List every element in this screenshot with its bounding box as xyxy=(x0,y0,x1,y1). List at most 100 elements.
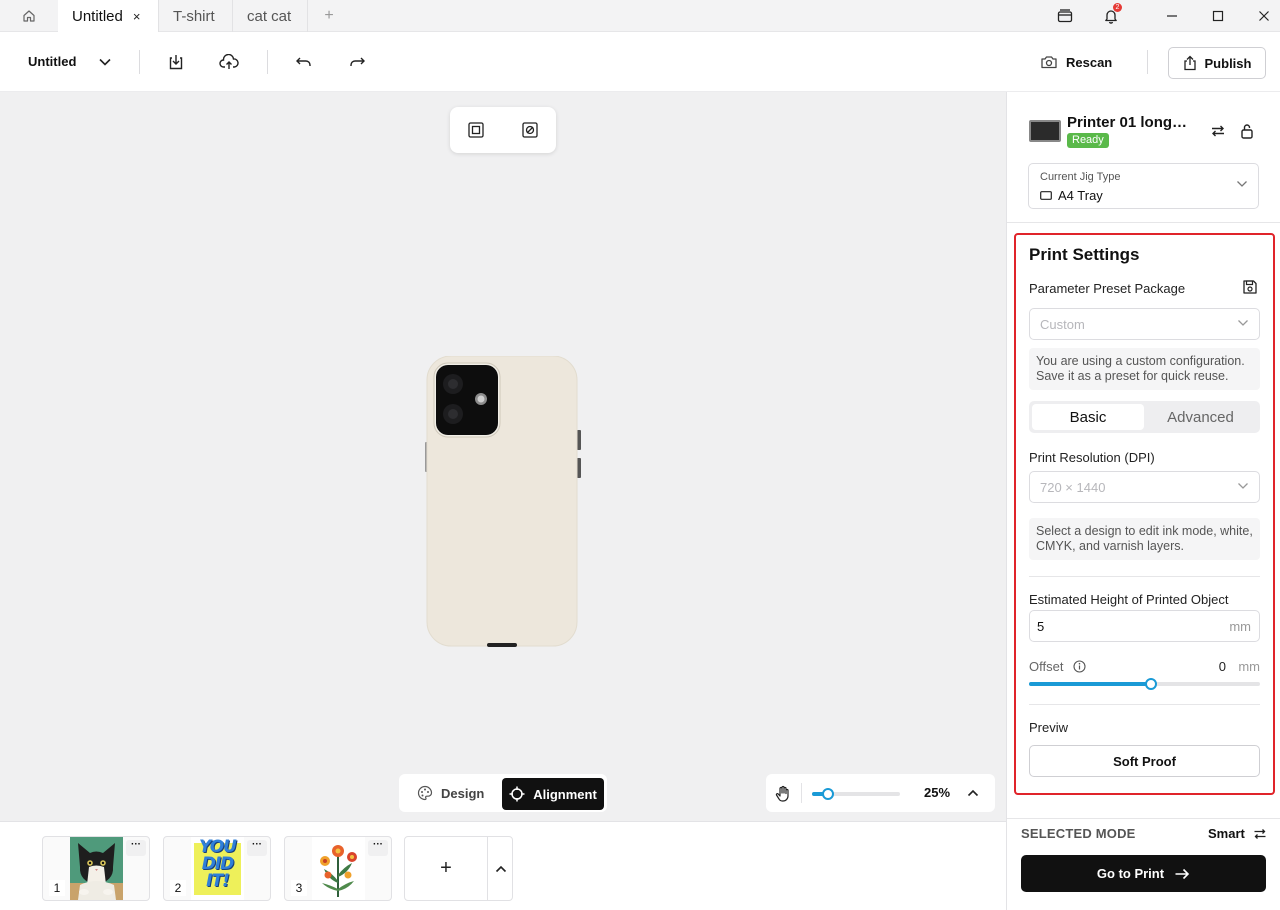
canvas-tools xyxy=(450,107,556,153)
design-canvas[interactable]: Design Alignment 25% xyxy=(0,92,1006,821)
you-did-it-image: YOU DID IT! xyxy=(191,837,244,900)
share-icon xyxy=(1183,55,1197,71)
switch-printer-button[interactable] xyxy=(1209,122,1227,140)
height-unit: mm xyxy=(1229,619,1251,634)
thumbnail-3[interactable]: 3 ··· xyxy=(284,836,392,901)
save-preset-button[interactable] xyxy=(1242,279,1260,297)
offset-slider[interactable] xyxy=(1029,678,1260,690)
close-window-button[interactable] xyxy=(1242,0,1280,32)
toolbar-divider xyxy=(267,50,268,74)
thumbnail-more-button[interactable]: ··· xyxy=(126,840,146,856)
design-mode-label: Design xyxy=(441,785,485,801)
save-icon xyxy=(1242,279,1260,295)
palette-icon xyxy=(417,785,433,801)
thumbnail-more-button[interactable]: ··· xyxy=(368,840,388,856)
upload-cloud-button[interactable] xyxy=(218,51,240,73)
document-menu-button[interactable] xyxy=(94,51,116,73)
tab-cat-cat[interactable]: cat cat xyxy=(233,0,308,32)
redo-button[interactable] xyxy=(346,51,368,73)
flower-illustration-image xyxy=(312,837,365,900)
selected-mode-label: SELECTED MODE xyxy=(1021,826,1136,841)
soft-proof-button[interactable]: Soft Proof xyxy=(1029,745,1260,777)
alignment-mode-button[interactable]: Alignment xyxy=(502,778,604,810)
notification-badge: 2 xyxy=(1113,3,1122,12)
cat-photo-image xyxy=(70,837,123,900)
jig-type-select[interactable]: Current Jig Type A4 Tray xyxy=(1028,163,1259,209)
art-text-line: IT! xyxy=(206,871,230,891)
frame-icon xyxy=(467,121,485,139)
hand-icon xyxy=(774,785,792,803)
zoom-slider-handle[interactable] xyxy=(821,788,834,800)
offset-row: Offset 0 mm xyxy=(1029,659,1260,675)
zoom-expand-button[interactable] xyxy=(966,787,980,799)
chevron-up-icon xyxy=(966,787,980,799)
expand-thumbnails-button[interactable] xyxy=(487,837,513,900)
minimize-button[interactable] xyxy=(1150,0,1194,32)
minimize-icon xyxy=(1166,10,1178,22)
preset-placeholder: Custom xyxy=(1040,317,1085,332)
height-value: 5 xyxy=(1037,619,1045,634)
offset-slider-handle[interactable] xyxy=(1145,678,1158,690)
mask-toggle-button[interactable] xyxy=(520,120,540,140)
tab-basic[interactable]: Basic xyxy=(1032,404,1144,430)
undo-icon xyxy=(295,56,313,68)
print-settings-title: Print Settings xyxy=(1029,245,1140,264)
tray-icon xyxy=(1057,9,1073,23)
height-label: Estimated Height of Printed Object xyxy=(1029,592,1229,607)
alignment-mode-label: Alignment xyxy=(533,786,597,802)
add-tab-button[interactable]: + xyxy=(318,0,340,32)
publish-label: Publish xyxy=(1204,55,1252,71)
offset-slider-fill xyxy=(1029,682,1152,686)
zoom-slider[interactable] xyxy=(812,788,900,800)
maximize-button[interactable] xyxy=(1196,0,1240,32)
lock-button[interactable] xyxy=(1238,122,1256,140)
printer-thumbnail xyxy=(1029,120,1061,142)
phone-case-object[interactable] xyxy=(425,356,581,648)
offset-unit: mm xyxy=(1238,659,1260,674)
close-icon[interactable]: × xyxy=(133,9,141,24)
print-settings-section: Print Settings Parameter Preset Package … xyxy=(1014,233,1275,795)
preset-select[interactable]: Custom xyxy=(1029,308,1260,340)
home-button[interactable] xyxy=(0,0,58,32)
add-design-button[interactable]: + xyxy=(405,837,487,900)
thumbnail-more-button[interactable]: ··· xyxy=(247,840,267,856)
rescan-button[interactable]: Rescan xyxy=(1040,52,1112,72)
resolution-placeholder: 720 × 1440 xyxy=(1040,480,1106,495)
resolution-select[interactable]: 720 × 1440 xyxy=(1029,471,1260,503)
design-mode-button[interactable]: Design xyxy=(409,778,492,808)
tab-untitled[interactable]: Untitled × xyxy=(58,0,159,32)
thumbnail-2[interactable]: YOU DID IT! 2 ··· xyxy=(163,836,271,901)
pan-tool-button[interactable] xyxy=(774,785,792,803)
thumbnail-1[interactable]: 1 ··· xyxy=(42,836,150,901)
offset-label: Offset xyxy=(1029,659,1064,674)
arrow-right-icon xyxy=(1174,868,1190,880)
tab-t-shirt[interactable]: T-shirt xyxy=(159,0,233,32)
maximize-icon xyxy=(1212,10,1224,22)
tab-label: cat cat xyxy=(247,7,292,25)
info-icon[interactable] xyxy=(1073,660,1086,673)
thumbnail-number: 1 xyxy=(49,880,65,896)
toolbar-divider xyxy=(139,50,140,74)
redo-icon xyxy=(348,56,366,68)
settings-tabs: Basic Advanced xyxy=(1029,401,1260,433)
workspace-button[interactable] xyxy=(1043,0,1087,32)
section-divider xyxy=(1029,576,1260,577)
design-thumbnails: 1 ··· YOU DID IT! 2 ··· 3 ··· + xyxy=(0,821,1006,910)
preset-label: Parameter Preset Package xyxy=(1029,281,1186,296)
tab-advanced[interactable]: Advanced xyxy=(1144,404,1257,430)
unlock-icon xyxy=(1240,123,1254,139)
import-button[interactable] xyxy=(165,51,187,73)
chevron-up-icon xyxy=(494,863,508,875)
slash-square-icon xyxy=(521,121,539,139)
fit-to-frame-button[interactable] xyxy=(466,120,486,140)
selected-mode-toggle[interactable]: Smart xyxy=(1208,826,1267,841)
mode-switch: Design Alignment xyxy=(399,774,607,812)
document-title[interactable]: Untitled xyxy=(28,54,76,69)
printer-name: Printer 01 long l... xyxy=(1067,114,1191,131)
publish-button[interactable]: Publish xyxy=(1168,47,1266,79)
camera-icon xyxy=(1040,55,1058,69)
undo-button[interactable] xyxy=(293,51,315,73)
notifications-button[interactable]: 2 xyxy=(1089,0,1133,32)
height-input[interactable]: 5 mm xyxy=(1029,610,1260,642)
go-to-print-button[interactable]: Go to Print xyxy=(1021,855,1266,892)
